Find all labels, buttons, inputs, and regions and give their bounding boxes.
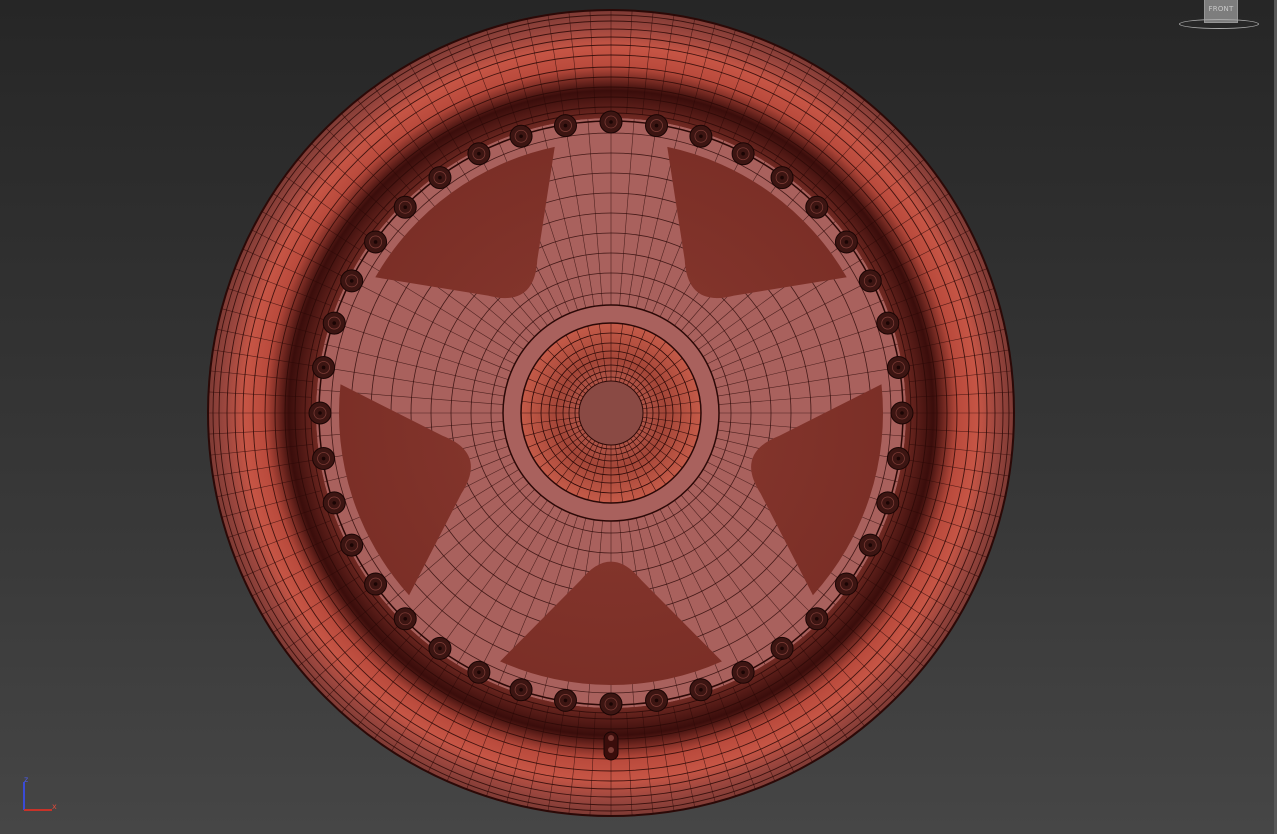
axis-tripod-icon: z x [23,776,57,811]
viewcube-compass-ring[interactable] [1179,19,1259,29]
viewport-front[interactable]: FRONT z x [0,0,1277,834]
axis-z-label: z [24,776,28,784]
axis-x-label: x [52,802,57,811]
valve-stem [603,731,619,761]
wheel-model[interactable] [0,0,1277,834]
center-cap [578,380,644,446]
